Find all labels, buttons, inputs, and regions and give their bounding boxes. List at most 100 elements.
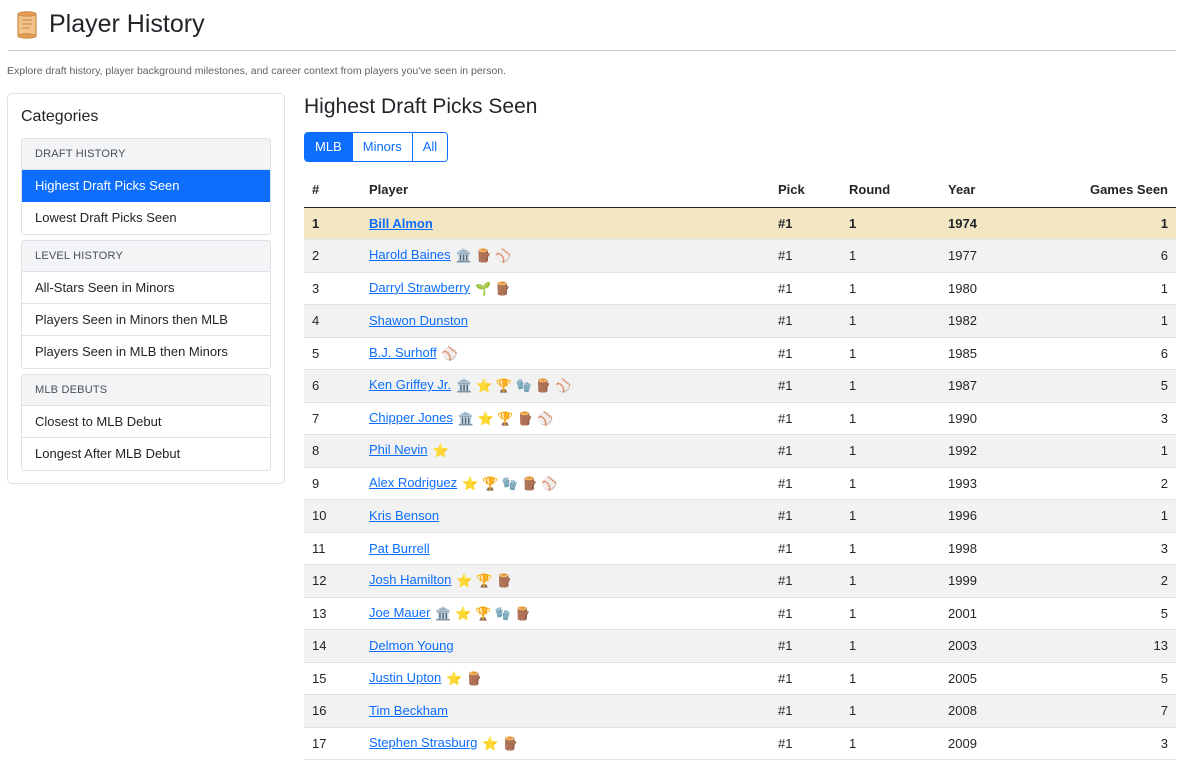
sidebar-item-all-stars-minors[interactable]: All-Stars Seen in Minors xyxy=(22,272,270,304)
player-link[interactable]: Harold Baines xyxy=(369,247,451,262)
row-num: 16 xyxy=(304,694,361,728)
year-cell: 1993 xyxy=(940,467,1035,500)
column-header-round[interactable]: Round xyxy=(841,173,940,208)
player-link[interactable]: B.J. Surhoff xyxy=(369,345,437,360)
player-link[interactable]: Ken Griffey Jr. xyxy=(369,377,451,392)
games-seen-cell: 1 xyxy=(1035,499,1176,533)
year-cell: 2001 xyxy=(940,597,1035,630)
row-num: 8 xyxy=(304,434,361,468)
games-seen-cell: 6 xyxy=(1035,337,1176,370)
table-row: 13 Joe Mauer 🏛️ ⭐ 🏆 🧤 🪵 #1 1 2001 5 xyxy=(304,597,1176,630)
round-cell: 1 xyxy=(841,532,940,565)
row-num: 2 xyxy=(304,239,361,273)
year-cell: 1996 xyxy=(940,499,1035,533)
page: Player History Explore draft history, pl… xyxy=(0,0,1189,761)
round-cell: 1 xyxy=(841,207,940,240)
table-row: 2 Harold Baines 🏛️ 🪵 ⚾ #1 1 1977 6 xyxy=(304,239,1176,273)
table-row: 9 Alex Rodriguez ⭐ 🏆 🧤 🪵 ⚾ #1 1 1993 2 xyxy=(304,467,1176,500)
player-link[interactable]: Tim Beckham xyxy=(369,703,448,718)
pick-cell: #1 xyxy=(770,239,841,273)
player-cell: Darryl Strawberry 🌱 🪵 xyxy=(361,272,770,305)
column-header-player[interactable]: Player xyxy=(361,173,770,208)
round-cell: 1 xyxy=(841,304,940,338)
player-link[interactable]: Shawon Dunston xyxy=(369,313,468,328)
pick-cell: #1 xyxy=(770,434,841,468)
filter-minors-button[interactable]: Minors xyxy=(352,133,413,161)
column-header-year[interactable]: Year xyxy=(940,173,1035,208)
sidebar-item-longest-after-mlb-debut[interactable]: Longest After MLB Debut xyxy=(22,438,270,470)
player-link[interactable]: Josh Hamilton xyxy=(369,572,451,587)
player-cell: Chipper Jones 🏛️ ⭐ 🏆 🪵 ⚾ xyxy=(361,402,770,435)
filter-all-button[interactable]: All xyxy=(412,133,448,161)
table-header-row: # Player Pick Round Year Games Seen xyxy=(304,173,1176,208)
table-row: 5 B.J. Surhoff ⚾ #1 1 1985 6 xyxy=(304,337,1176,370)
pick-cell: #1 xyxy=(770,207,841,240)
round-cell: 1 xyxy=(841,434,940,468)
year-cell: 1977 xyxy=(940,239,1035,273)
table-row: 16 Tim Beckham #1 1 2008 7 xyxy=(304,694,1176,728)
column-header-pick[interactable]: Pick xyxy=(770,173,841,208)
page-subtitle: Explore draft history, player background… xyxy=(7,65,507,77)
group-level-history: Level History All-Stars Seen in Minors P… xyxy=(21,240,271,369)
table-row: 14 Delmon Young #1 1 2003 13 xyxy=(304,629,1176,663)
filter-mlb-button[interactable]: MLB xyxy=(305,133,353,161)
page-title: Player History xyxy=(49,10,205,38)
player-link[interactable]: Darryl Strawberry xyxy=(369,280,470,295)
row-num: 15 xyxy=(304,662,361,695)
player-badges: 🏛️ ⭐ 🏆 🪵 ⚾ xyxy=(457,410,554,426)
round-cell: 1 xyxy=(841,239,940,273)
player-cell: B.J. Surhoff ⚾ xyxy=(361,337,770,370)
sidebar-item-minors-then-mlb[interactable]: Players Seen in Minors then MLB xyxy=(22,304,270,336)
table-row: 11 Pat Burrell #1 1 1998 3 xyxy=(304,532,1176,565)
player-link[interactable]: Phil Nevin xyxy=(369,442,428,457)
games-seen-cell: 1 xyxy=(1035,207,1176,240)
row-num: 6 xyxy=(304,369,361,403)
row-num: 1 xyxy=(304,207,361,240)
pick-cell: #1 xyxy=(770,402,841,435)
player-badges: ⭐ 🪵 xyxy=(446,670,483,686)
player-cell: Shawon Dunston xyxy=(361,304,770,338)
player-link[interactable]: Alex Rodriguez xyxy=(369,475,457,490)
sidebar-item-mlb-then-minors[interactable]: Players Seen in MLB then Minors xyxy=(22,336,270,368)
player-cell: Harold Baines 🏛️ 🪵 ⚾ xyxy=(361,239,770,273)
player-link[interactable]: Stephen Strasburg xyxy=(369,735,477,750)
player-cell: Delmon Young xyxy=(361,629,770,663)
table-row: 7 Chipper Jones 🏛️ ⭐ 🏆 🪵 ⚾ #1 1 1990 3 xyxy=(304,402,1176,435)
player-link[interactable]: Pat Burrell xyxy=(369,541,430,556)
games-seen-cell: 3 xyxy=(1035,532,1176,565)
round-cell: 1 xyxy=(841,629,940,663)
column-header-num[interactable]: # xyxy=(304,173,361,208)
player-badges: ⚾ xyxy=(441,345,458,361)
row-num: 5 xyxy=(304,337,361,370)
player-cell: Pat Burrell xyxy=(361,532,770,565)
round-cell: 1 xyxy=(841,694,940,728)
pick-cell: #1 xyxy=(770,467,841,500)
table-row: 1 Bill Almon #1 1 1974 1 xyxy=(304,207,1176,240)
player-link[interactable]: Delmon Young xyxy=(369,638,454,653)
round-cell: 1 xyxy=(841,662,940,695)
column-header-games-seen[interactable]: Games Seen xyxy=(1035,173,1176,208)
group-header: MLB Debuts xyxy=(22,375,270,406)
player-cell: Tim Beckham xyxy=(361,694,770,728)
sidebar-item-closest-mlb-debut[interactable]: Closest to MLB Debut xyxy=(22,406,270,438)
player-cell: Stephen Strasburg ⭐ 🪵 xyxy=(361,727,770,760)
pick-cell: #1 xyxy=(770,272,841,305)
year-cell: 1982 xyxy=(940,304,1035,338)
year-cell: 1987 xyxy=(940,369,1035,403)
round-cell: 1 xyxy=(841,564,940,598)
player-link[interactable]: Chipper Jones xyxy=(369,410,453,425)
games-seen-cell: 1 xyxy=(1035,272,1176,305)
sidebar-item-highest-draft-picks[interactable]: Highest Draft Picks Seen xyxy=(22,170,270,202)
row-num: 3 xyxy=(304,272,361,305)
row-num: 13 xyxy=(304,597,361,630)
player-link[interactable]: Justin Upton xyxy=(369,670,441,685)
player-badges: 🏛️ ⭐ 🏆 🧤 🪵 xyxy=(435,605,531,621)
row-num: 9 xyxy=(304,467,361,500)
table-body: 1 Bill Almon #1 1 1974 1 2 Harold Baines 🏛️ 🪵 ⚾ #… xyxy=(304,207,1176,760)
page-header: Player History xyxy=(8,0,1176,51)
sidebar-item-lowest-draft-picks[interactable]: Lowest Draft Picks Seen xyxy=(22,202,270,234)
player-link[interactable]: Kris Benson xyxy=(369,508,439,523)
player-badges: 🌱 🪵 xyxy=(475,280,512,296)
player-link[interactable]: Bill Almon xyxy=(369,216,433,231)
player-link[interactable]: Joe Mauer xyxy=(369,605,430,620)
